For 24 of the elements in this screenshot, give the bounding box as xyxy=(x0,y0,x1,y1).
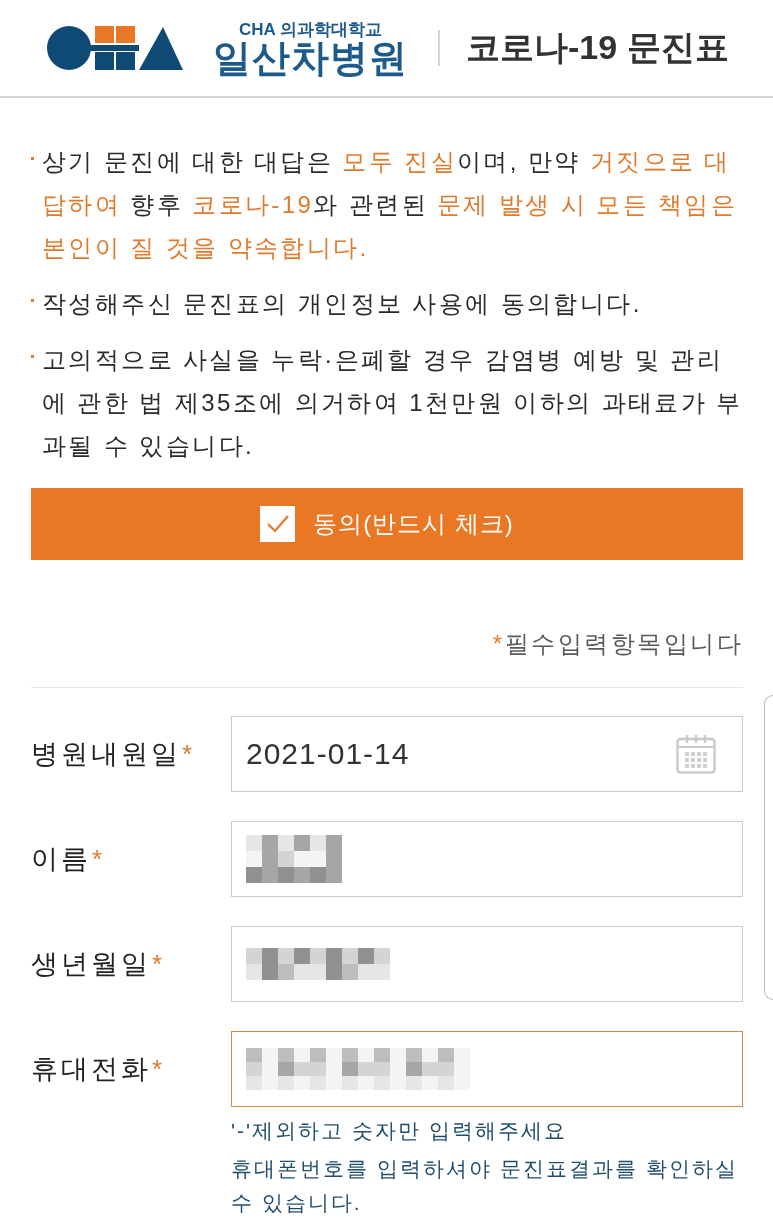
hospital-name: 일산차병원 xyxy=(213,38,408,77)
input-field[interactable] xyxy=(231,1031,743,1107)
required-note: *필수입력항목입니다 xyxy=(491,629,743,659)
bullet-icon xyxy=(31,355,34,358)
logo-icon xyxy=(47,26,183,70)
edge-tab[interactable] xyxy=(764,695,773,1000)
help-text: 휴대폰번호를 입력하셔야 문진표결과를 확인하실 수 있습니다. xyxy=(231,1156,739,1216)
university-name: CHA 의과학대학교 xyxy=(239,19,382,39)
field-label: 병원내원일* xyxy=(31,738,197,771)
bullet-icon xyxy=(31,299,34,302)
field-label: 생년월일* xyxy=(31,948,167,981)
date-field[interactable]: 2021-01-14 xyxy=(231,716,743,792)
notice-text: 상기 문진에 대한 대답은 모두 진실 이며, 만약 거짓으로 대답하여 향후 코로나-19와 관련된 문제 발생 시 모든 책임은 본인이 질 것을 약속합니다. xyxy=(42,147,739,263)
field-label: 휴대전화* xyxy=(31,1053,167,1086)
bullet-icon xyxy=(31,157,34,160)
help-text: '-'제외하고 숫자만 입력해주세요 xyxy=(231,1118,568,1144)
notice-text: 고의적으로 사실을 누락·은폐할 경우 감염병 예방 및 관리에 관한 법 제35조에 의거하여 1천만원 이하의 과태료가 부과될 수 있습니다. xyxy=(42,345,743,461)
input-field[interactable] xyxy=(231,926,743,1002)
input-field[interactable] xyxy=(231,821,743,897)
calendar-icon[interactable] xyxy=(676,734,716,774)
field-label: 이름* xyxy=(31,843,107,876)
notice-text: 작성해주신 문진표의 개인정보 사용에 동의합니다. xyxy=(42,289,643,319)
page-title: 코로나-19 문진표 xyxy=(466,27,729,68)
checkbox-icon[interactable] xyxy=(260,506,296,542)
